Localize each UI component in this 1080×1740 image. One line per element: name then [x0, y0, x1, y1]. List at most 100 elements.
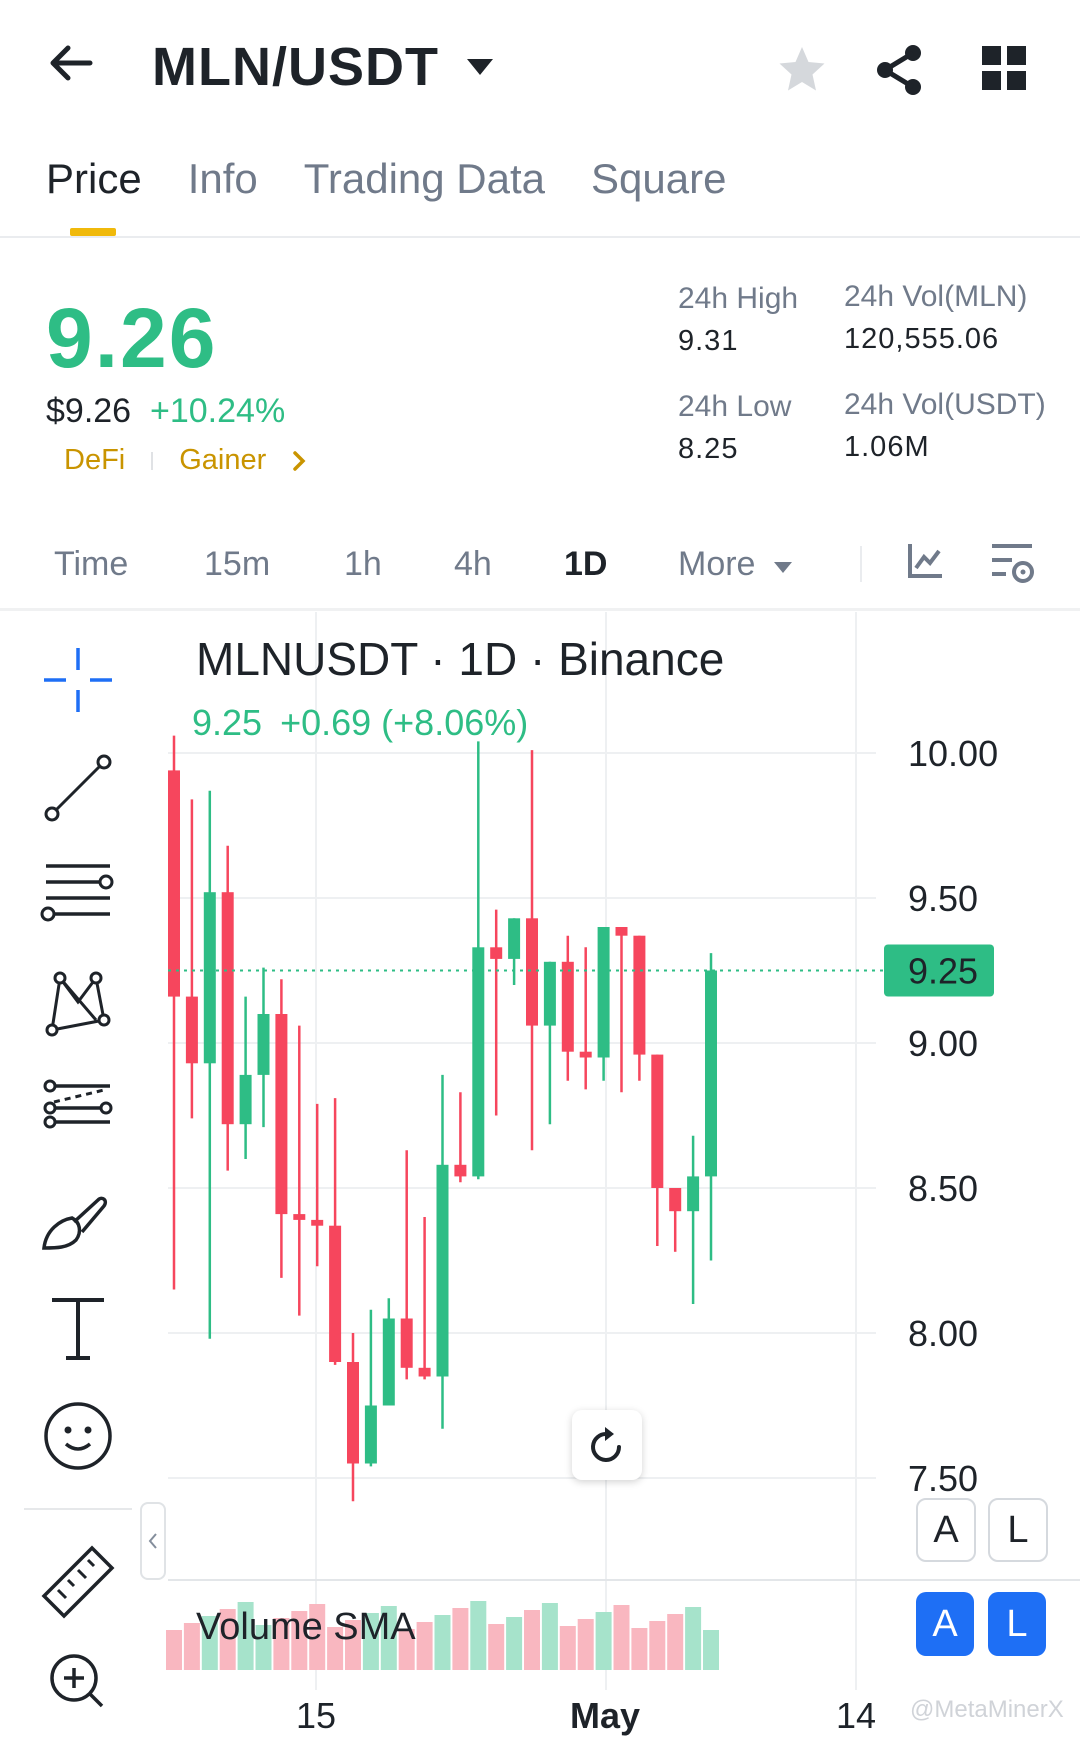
candle-body [329, 1225, 342, 1362]
y-tick-label: 9.50 [908, 878, 978, 919]
candle-body [239, 1074, 252, 1125]
candle-body [347, 1362, 359, 1464]
interval-time[interactable]: Time [54, 545, 128, 584]
auto-scale-toggle[interactable]: A [916, 1498, 976, 1562]
x-tick-label: 15 [296, 1695, 336, 1736]
y-tick-label: 8.50 [908, 1168, 978, 1209]
layout-grid-button[interactable] [982, 46, 1026, 90]
interval-divider [860, 546, 862, 582]
candlestick-chart[interactable]: 10.00 9.50 9.00 8.50 8.00 7.50 9.25 15 May 14 [0, 612, 1080, 1740]
volume-bar [577, 1619, 594, 1670]
tabs-divider [0, 236, 1080, 238]
chart-settings-button[interactable] [990, 542, 1036, 586]
candle-body [705, 970, 717, 1177]
star-icon [779, 47, 825, 91]
candle-body [400, 1318, 413, 1368]
chart-title: MLNUSDT · 1D · Binance [196, 633, 725, 685]
y-tick-label: 9.00 [908, 1023, 978, 1064]
volume-indicator-label: Volume SMA [196, 1606, 416, 1648]
back-button[interactable] [46, 38, 96, 88]
usd-price: $9.26 [46, 392, 132, 430]
low-24h-value: 8.25 [678, 433, 739, 465]
vol-quote-label: 24h Vol(USDT) [844, 388, 1046, 421]
tag-defi[interactable]: DeFi [64, 444, 125, 477]
tag-row: DeFi Gainer [64, 444, 306, 477]
last-price: 9.26 [46, 291, 218, 385]
tab-square[interactable]: Square [591, 155, 726, 203]
pair-selector[interactable]: MLN/USDT [152, 36, 495, 98]
tab-info[interactable]: Info [188, 155, 258, 203]
volume-auto-scale-button[interactable]: A [916, 1592, 974, 1656]
high-24h-label: 24h High [678, 282, 799, 315]
volume-bar [452, 1608, 469, 1670]
favorite-button[interactable] [776, 44, 828, 96]
volume-bar [631, 1628, 648, 1670]
x-tick-label: 14 [836, 1695, 876, 1736]
candle-body [275, 1014, 288, 1215]
high-24h-value: 9.31 [678, 325, 739, 357]
interval-15m[interactable]: 15m [204, 545, 270, 584]
candle-body [561, 961, 574, 1052]
indicators-button[interactable] [906, 542, 944, 580]
volume-bar [524, 1610, 540, 1670]
candle-body [472, 947, 485, 1177]
candle-body [293, 1214, 306, 1220]
volume-bar [685, 1607, 702, 1670]
volume-bar [488, 1624, 505, 1670]
volume-bar [506, 1617, 523, 1670]
y-tick-label: 8.00 [908, 1313, 978, 1354]
tab-trading-data[interactable]: Trading Data [304, 155, 545, 203]
candle-body [597, 927, 610, 1058]
candle-body [418, 1367, 431, 1377]
y-tick-label: 7.50 [908, 1458, 978, 1499]
volume-bar [541, 1603, 558, 1670]
caret-down-icon [773, 562, 792, 573]
candle-body [651, 1054, 664, 1188]
volume-bar [434, 1615, 451, 1670]
candle-body [185, 996, 198, 1064]
volume-bar [559, 1626, 576, 1670]
x-tick-label: May [570, 1695, 640, 1736]
candle-body [687, 1176, 700, 1212]
interval-4h[interactable]: 4h [454, 545, 492, 584]
tag-gainer[interactable]: Gainer [179, 444, 266, 477]
volume-bar [470, 1601, 487, 1670]
candle-body [203, 892, 216, 1064]
candle-body [526, 918, 538, 1026]
chevron-right-icon[interactable] [292, 450, 306, 472]
current-price-label: 9.25 [908, 951, 978, 992]
volume-bar [166, 1630, 182, 1670]
volume-bar [416, 1622, 433, 1670]
candle-body [615, 927, 628, 936]
volume-bar [613, 1605, 630, 1670]
tab-price[interactable]: Price [46, 155, 142, 203]
chart-change: +0.69 (+8.06%) [280, 702, 529, 743]
caret-down-icon [466, 59, 493, 75]
grid-icon [982, 46, 1026, 90]
volume-bar [667, 1614, 684, 1670]
volume-log-scale-button[interactable]: L [988, 1592, 1046, 1656]
candle-body [436, 1164, 449, 1377]
volume-bar [703, 1630, 719, 1670]
share-icon [877, 45, 921, 95]
interval-1h[interactable]: 1h [344, 545, 382, 584]
candle-body [364, 1405, 377, 1464]
interval-bar: Time 15m 1h 4h 1D More [54, 545, 1054, 595]
log-scale-toggle[interactable]: L [988, 1498, 1048, 1562]
back-arrow-icon [50, 45, 93, 81]
candle-body [579, 1051, 592, 1058]
volume-bar [649, 1621, 666, 1670]
tab-bar: Price Info Trading Data Square [46, 155, 726, 203]
candle-body [311, 1219, 324, 1226]
interval-bottom-divider [0, 608, 1080, 611]
settings-list-icon [992, 544, 1034, 583]
interval-more[interactable]: More [678, 545, 793, 584]
candle-body [508, 918, 521, 959]
candle-body [669, 1188, 682, 1212]
interval-1d[interactable]: 1D [564, 545, 607, 584]
reset-chart-button[interactable] [572, 1410, 642, 1480]
price-change-percent: +10.24% [150, 392, 286, 430]
chart-last-value: 9.25 [192, 702, 263, 743]
candle-body [257, 1014, 270, 1075]
share-button[interactable] [874, 44, 926, 96]
